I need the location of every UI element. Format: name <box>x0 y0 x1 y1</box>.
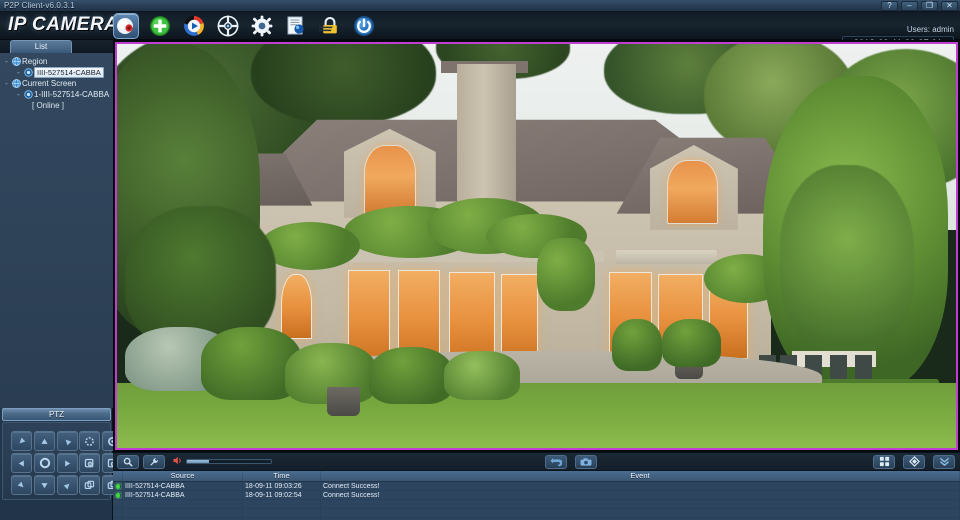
row-event: Connect Success! <box>321 491 960 499</box>
tab-list[interactable]: List <box>10 40 72 53</box>
tree-node-label-selected: IIII-527514-CABBA <box>34 67 104 78</box>
maximize-button[interactable]: ❐ <box>921 1 938 11</box>
sidebar-tabstrip: List <box>0 40 113 53</box>
table-row-empty <box>113 500 960 509</box>
globe-icon <box>11 57 22 66</box>
tree-node-label: Region <box>22 57 47 66</box>
video-channel-1[interactable] <box>115 42 958 450</box>
ptz-auto-scan-button[interactable] <box>34 453 55 473</box>
ptz-up-left-button[interactable] <box>11 431 32 451</box>
expander-icon[interactable]: - <box>2 80 11 88</box>
status-badge <box>113 482 123 490</box>
table-row[interactable]: IIII-527514-CABBA 18-09-11 09:03:26 Conn… <box>113 482 960 491</box>
expander-icon[interactable]: - <box>14 69 23 77</box>
ptz-control-icon[interactable] <box>215 13 241 39</box>
left-sidebar: List - Region - IIII-527514-CABBA - <box>0 40 113 520</box>
lock-icon[interactable] <box>317 13 343 39</box>
record-icon[interactable] <box>545 455 567 469</box>
row-source: IIII-527514-CABBA <box>123 491 243 499</box>
column-event[interactable]: Event <box>321 471 960 481</box>
window-caption: P2P Client-v6.0.3.1 <box>4 1 75 10</box>
app-brand-title: IP CAMERA <box>8 14 118 36</box>
tree-node-device-current[interactable]: - 1-IIII-527514-CABBA <box>2 89 113 100</box>
ptz-down-button[interactable] <box>34 475 55 495</box>
live-view-icon[interactable] <box>113 13 139 39</box>
log-document-icon[interactable] <box>283 13 309 39</box>
grid-layout-icon[interactable] <box>873 455 895 469</box>
video-toolbar <box>113 452 960 470</box>
ptz-direction-pad <box>11 431 78 495</box>
volume-control[interactable] <box>172 453 272 471</box>
main-toolbar <box>113 13 377 39</box>
camera-node-icon <box>23 90 34 99</box>
settings-gear-icon[interactable] <box>249 13 275 39</box>
column-source[interactable]: Source <box>123 471 243 481</box>
tree-node-label: Current Screen <box>22 79 76 88</box>
device-status-label: [ Online ] <box>2 100 113 111</box>
title-bar: P2P Client-v6.0.3.1 ? – ❐ ✕ <box>0 0 960 12</box>
camera-snapshot-icon[interactable] <box>575 455 597 469</box>
status-badge <box>113 491 123 499</box>
ptz-zoom-in-button[interactable] <box>79 453 100 473</box>
ptz-left-button[interactable] <box>11 453 32 473</box>
expander-icon[interactable]: - <box>14 91 23 99</box>
camera-live-image <box>117 44 956 448</box>
ptz-right-button[interactable] <box>57 453 78 473</box>
tree-node-device-region[interactable]: - IIII-527514-CABBA <box>2 67 113 78</box>
ptz-down-right-button[interactable] <box>57 475 78 495</box>
add-device-icon[interactable] <box>147 13 173 39</box>
expander-icon[interactable]: - <box>2 58 11 66</box>
table-row[interactable]: IIII-527514-CABBA 18-09-11 09:02:54 Conn… <box>113 491 960 500</box>
close-button[interactable]: ✕ <box>941 1 958 11</box>
ptz-focus-near-button[interactable] <box>79 475 100 495</box>
volume-slider[interactable] <box>186 459 272 464</box>
power-icon[interactable] <box>351 13 377 39</box>
ptz-iris-open-button[interactable] <box>79 431 100 451</box>
row-time: 18-09-11 09:03:26 <box>243 482 321 490</box>
tree-node-current-screen[interactable]: - Current Screen <box>2 78 113 89</box>
search-icon[interactable] <box>117 455 139 469</box>
video-area <box>113 40 960 452</box>
ptz-down-left-button[interactable] <box>11 475 32 495</box>
app-window: P2P Client-v6.0.3.1 ? – ❐ ✕ IP CAMERA <box>0 0 960 520</box>
row-source: IIII-527514-CABBA <box>123 482 243 490</box>
globe-icon <box>11 79 22 88</box>
tree-node-region[interactable]: - Region <box>2 56 113 67</box>
app-header: IP CAMERA <box>0 12 960 40</box>
double-chevron-down-icon[interactable] <box>933 455 955 469</box>
help-button[interactable]: ? <box>881 1 898 11</box>
ptz-section-header[interactable]: PTZ <box>2 408 111 421</box>
wrench-icon[interactable] <box>143 455 165 469</box>
row-event: Connect Success! <box>321 482 960 490</box>
row-time: 18-09-11 09:02:54 <box>243 491 321 499</box>
speaker-icon[interactable] <box>172 453 183 471</box>
camera-node-icon <box>23 68 34 77</box>
column-time[interactable]: Time <box>243 471 321 481</box>
ptz-up-button[interactable] <box>34 431 55 451</box>
table-row-empty <box>113 509 960 518</box>
event-table-header: Source Time Event <box>113 471 960 482</box>
column-status[interactable] <box>113 471 123 481</box>
window-buttons: ? – ❐ ✕ <box>881 1 958 11</box>
device-tree: - Region - IIII-527514-CABBA - Current S… <box>0 53 113 408</box>
event-log-table: Source Time Event IIII-527514-CABBA 18-0… <box>113 470 960 520</box>
tree-node-label: 1-IIII-527514-CABBA <box>34 90 109 99</box>
ptz-up-right-button[interactable] <box>57 431 78 451</box>
minimize-button[interactable]: – <box>901 1 918 11</box>
ptz-panel <box>2 422 111 500</box>
current-user-label: Users: admin <box>907 25 954 34</box>
fullscreen-diamond-icon[interactable] <box>903 455 925 469</box>
playback-icon[interactable] <box>181 13 207 39</box>
